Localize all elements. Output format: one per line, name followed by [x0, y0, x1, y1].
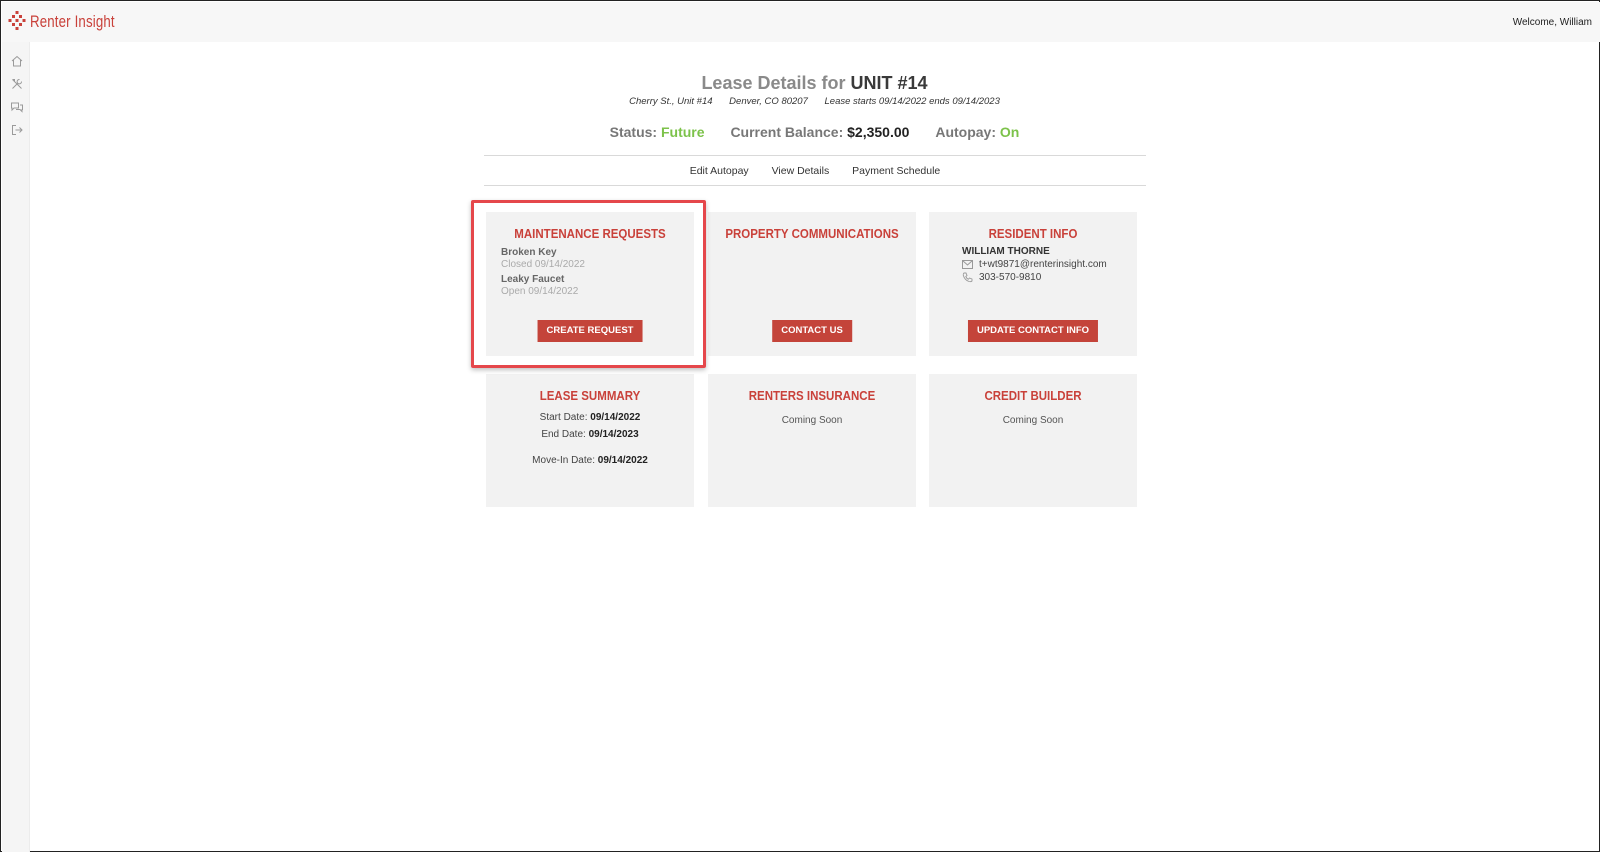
app-window: Renter Insight Welcome, William Lease De… [0, 0, 1600, 852]
start-date-row: Start Date: 09/14/2022 [486, 412, 694, 423]
card-title: CREDIT BUILDER [984, 389, 1082, 403]
property-communications-card: PROPERTY COMMUNICATIONS CONTACT US [708, 212, 916, 356]
resident-phone[interactable]: 303-570-9810 [979, 272, 1041, 283]
logo[interactable]: Renter Insight [8, 11, 139, 33]
balance-label: Current Balance: [730, 124, 844, 140]
request-status: Open 09/14/2022 [501, 286, 579, 297]
coming-soon-text: Coming Soon [781, 415, 843, 426]
card-title: LEASE SUMMARY [539, 389, 641, 403]
resident-email-row: t+wt9871@renterinsight.com [929, 259, 1137, 270]
divider-top [484, 155, 1146, 156]
update-contact-info-button[interactable]: UPDATE CONTACT INFO [967, 320, 1099, 342]
lease-city: Denver, CO 80207 [729, 96, 808, 107]
card-title: PROPERTY COMMUNICATIONS [725, 227, 899, 241]
card-title: RENTERS INSURANCE [748, 389, 876, 403]
coming-soon-text: Coming Soon [1002, 415, 1064, 426]
move-in-date-label: Move-In Date: [532, 455, 595, 466]
request-status: Closed 09/14/2022 [501, 259, 585, 270]
title-prefix: Lease Details for [701, 73, 846, 93]
start-date-value: 09/14/2022 [590, 412, 641, 423]
chat-icon[interactable] [10, 100, 24, 114]
autopay-value: On [999, 124, 1020, 140]
sidebar [2, 42, 30, 852]
lease-summary-card: LEASE SUMMARY Start Date: 09/14/2022 End… [486, 374, 694, 507]
card-title: MAINTENANCE REQUESTS [514, 227, 666, 241]
list-item[interactable]: Broken Key Closed 09/14/2022 [501, 247, 694, 270]
end-date-value: 09/14/2023 [588, 429, 639, 440]
main-content: Lease Details for UNIT #14 Cherry St., U… [31, 42, 1598, 850]
end-date-row: End Date: 09/14/2023 [486, 429, 694, 440]
lease-links: Edit Autopay View Details Payment Schedu… [484, 165, 1146, 177]
credit-builder-card: CREDIT BUILDER Coming Soon [929, 374, 1137, 507]
lease-address: Cherry St., Unit #14 [629, 96, 713, 107]
create-request-button[interactable]: CREATE REQUEST [537, 320, 643, 342]
logout-icon[interactable] [10, 123, 24, 137]
status-value: Future [660, 124, 705, 140]
view-details-link[interactable]: View Details [772, 165, 830, 177]
welcome-text[interactable]: Welcome, William [1513, 17, 1592, 28]
card-title: RESIDENT INFO [988, 227, 1078, 241]
lease-subline: Cherry St., Unit #14 Denver, CO 80207 Le… [31, 96, 1598, 107]
page-title: Lease Details for UNIT #14 [31, 73, 1598, 94]
divider-bottom [484, 185, 1146, 186]
list-item[interactable]: Leaky Faucet Open 09/14/2022 [501, 274, 694, 297]
tools-icon[interactable] [10, 77, 24, 91]
resident-info-card: RESIDENT INFO WILLIAM THORNE t+wt9871@re… [929, 212, 1137, 356]
balance-value: $2,350.00 [847, 124, 910, 140]
request-name: Broken Key [501, 247, 557, 258]
resident-phone-row: 303-570-9810 [929, 272, 1137, 283]
resident-name: WILLIAM THORNE [962, 246, 1050, 257]
request-name: Leaky Faucet [501, 274, 565, 285]
maintenance-requests-card: MAINTENANCE REQUESTS Broken Key Closed 0… [486, 212, 694, 356]
unit-name: UNIT #14 [850, 73, 928, 93]
edit-autopay-link[interactable]: Edit Autopay [690, 165, 749, 177]
maintenance-request-list: Broken Key Closed 09/14/2022 Leaky Fauce… [486, 247, 694, 297]
renters-insurance-card: RENTERS INSURANCE Coming Soon [708, 374, 916, 507]
status-label: Status: [609, 124, 658, 140]
envelope-icon [962, 260, 973, 269]
payment-schedule-link[interactable]: Payment Schedule [852, 165, 940, 177]
move-in-date-value: 09/14/2022 [597, 455, 648, 466]
autopay-label: Autopay: [935, 124, 996, 140]
logo-text: Renter Insight [30, 12, 115, 31]
logo-icon [8, 11, 26, 30]
contact-us-button[interactable]: CONTACT US [772, 320, 852, 342]
start-date-label: Start Date: [539, 412, 588, 423]
home-icon[interactable] [10, 54, 24, 68]
lease-term: Lease starts 09/14/2022 ends 09/14/2023 [824, 96, 1000, 107]
move-in-date-row: Move-In Date: 09/14/2022 [486, 455, 694, 466]
status-line: Status: Future Current Balance: $2,350.0… [31, 124, 1598, 140]
phone-icon [962, 272, 973, 283]
resident-email[interactable]: t+wt9871@renterinsight.com [979, 259, 1107, 270]
top-bar: Renter Insight Welcome, William [2, 2, 1600, 42]
end-date-label: End Date: [541, 429, 586, 440]
